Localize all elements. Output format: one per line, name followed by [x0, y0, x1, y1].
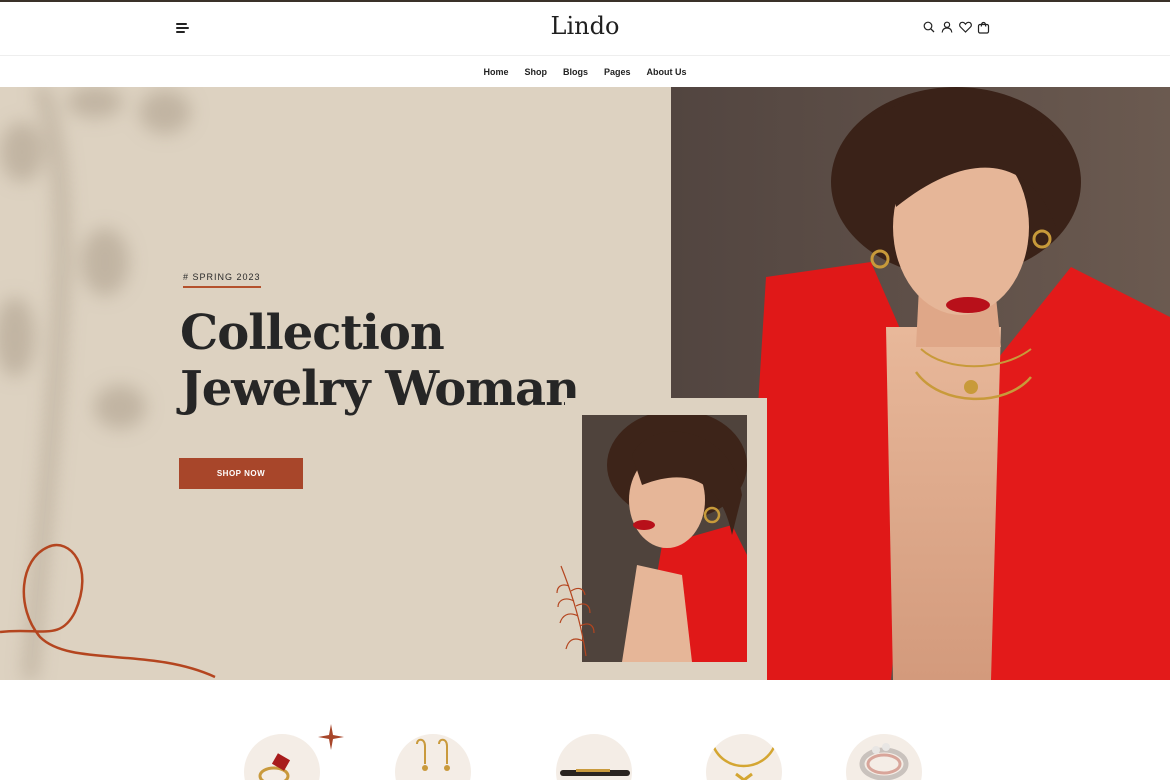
site-header: Lindo: [0, 2, 1170, 56]
ring-icon: [258, 753, 291, 780]
nav-item-home[interactable]: Home: [475, 67, 516, 77]
thread-decoration: [0, 543, 216, 679]
nav-item-pages[interactable]: Pages: [596, 67, 639, 77]
user-icon[interactable]: [940, 19, 954, 35]
headline-line-1: Collection: [180, 305, 445, 361]
hero-headline: Collection Jewelry Woman: [180, 305, 580, 417]
inset-model-photo: [582, 415, 747, 662]
headline-line-2: Jewelry Woman: [180, 361, 580, 417]
nav-item-shop[interactable]: Shop: [516, 67, 555, 77]
category-strip: [0, 680, 1170, 780]
sparkle-decoration: [318, 724, 344, 750]
earring-icon: [416, 738, 450, 771]
nav-item-about-us[interactable]: About Us: [639, 67, 695, 77]
nav-item-blogs[interactable]: Blogs: [555, 67, 596, 77]
necklace-icon: [710, 741, 778, 780]
site-logo[interactable]: Lindo: [535, 12, 635, 40]
hero-tag: # SPRING 2023: [183, 272, 261, 288]
header-actions: [922, 19, 990, 39]
hero-banner: # SPRING 2023 Collection Jewelry Woman S…: [0, 87, 1170, 680]
diamond-ring-icon: [859, 743, 909, 780]
main-nav: Home Shop Blogs Pages About Us: [0, 57, 1170, 87]
category-ring[interactable]: [244, 734, 320, 780]
search-icon[interactable]: [922, 19, 936, 35]
shop-now-button[interactable]: SHOP NOW: [179, 458, 303, 489]
menu-icon[interactable]: [176, 20, 192, 36]
heart-icon[interactable]: [958, 19, 972, 35]
cart-icon[interactable]: [976, 19, 990, 35]
fern-decoration: [556, 565, 595, 657]
category-rings[interactable]: [846, 734, 922, 780]
category-necklaces[interactable]: [706, 734, 782, 780]
bracelet-icon: [560, 769, 630, 776]
category-earrings[interactable]: [395, 734, 471, 780]
category-bracelets[interactable]: [556, 734, 632, 780]
